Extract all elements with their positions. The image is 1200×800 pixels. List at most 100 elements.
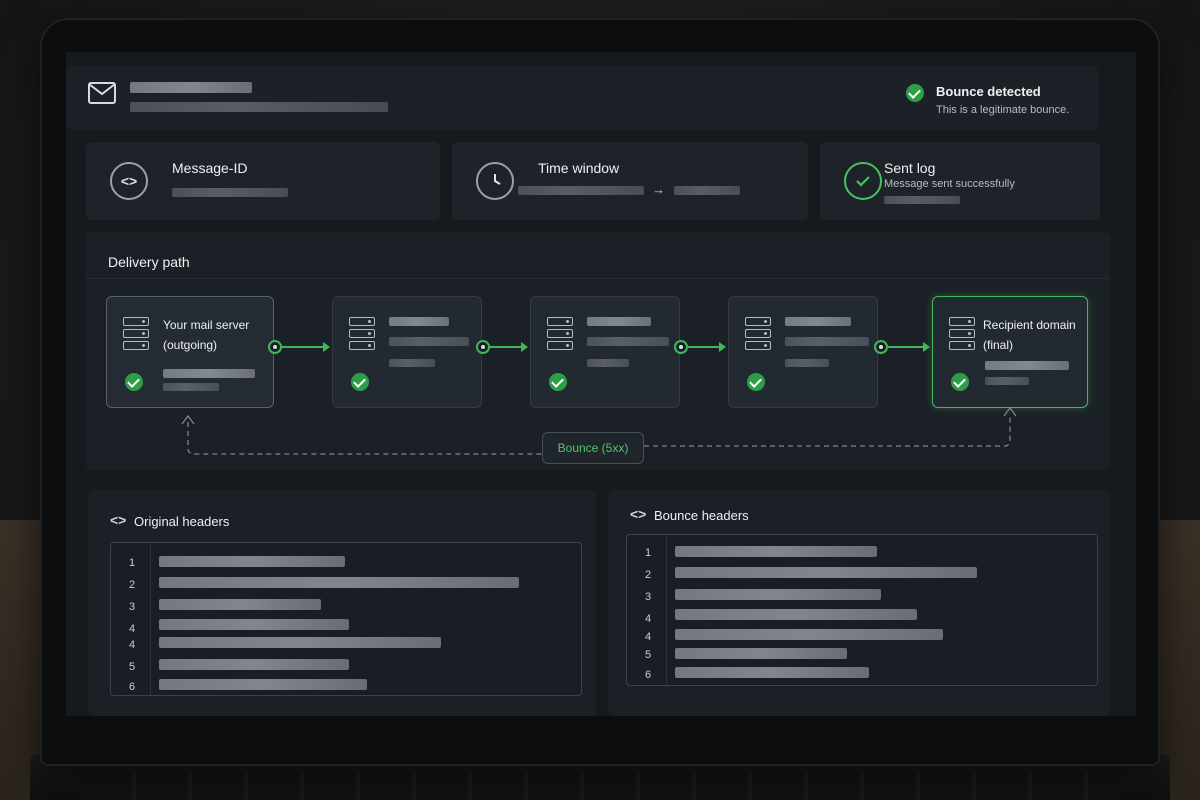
hop-host-redacted	[587, 337, 669, 346]
node-label-line1: Recipient domain	[983, 318, 1076, 332]
check-circle-icon	[906, 84, 924, 102]
line-number: 3	[645, 591, 652, 603]
section-title: Bounce headers	[654, 508, 749, 523]
header-line-redacted	[675, 609, 917, 620]
subject-redacted	[130, 82, 252, 93]
status-title: Bounce detected	[936, 84, 1041, 99]
server-icon	[123, 317, 149, 353]
line-number: 4	[645, 613, 652, 625]
original-headers-code[interactable]: 1 2 3 4 4 5 6	[110, 542, 582, 696]
line-number: 1	[645, 547, 652, 559]
sent-log-card[interactable]: Sent log Message sent successfully	[820, 142, 1100, 220]
hop-ip-redacted	[587, 359, 629, 367]
header-line-redacted	[159, 599, 321, 610]
time-end-redacted	[674, 186, 740, 195]
node-label: Your mail server (outgoing)	[163, 315, 249, 355]
ip-redacted	[163, 383, 219, 391]
recipient-host-redacted	[985, 361, 1069, 370]
check-circle-icon	[951, 373, 969, 391]
line-number: 4	[129, 639, 136, 651]
hop-name-redacted	[389, 317, 449, 326]
line-number: 2	[129, 579, 136, 591]
code-icon: <>	[630, 506, 647, 522]
card-title: Sent log	[884, 160, 936, 176]
time-start-redacted	[518, 186, 644, 195]
hop-name-redacted	[785, 317, 851, 326]
header-line-redacted	[159, 679, 367, 690]
sender-redacted	[130, 102, 388, 112]
card-title: Message-ID	[172, 160, 248, 176]
connector-port	[268, 340, 282, 354]
connector-arrow	[888, 342, 930, 352]
path-node-outgoing[interactable]: Your mail server (outgoing)	[106, 296, 274, 408]
header-line-redacted	[159, 637, 441, 648]
line-number: 2	[645, 569, 652, 581]
connector-port	[476, 340, 490, 354]
message-id-redacted	[172, 188, 288, 197]
clock-icon	[476, 162, 514, 200]
check-circle-icon	[844, 162, 882, 200]
path-node-hop-2[interactable]	[530, 296, 680, 408]
check-circle-icon	[747, 373, 765, 391]
bounce-status: Bounce detected This is a legitimate bou…	[906, 84, 1069, 116]
hop-name-redacted	[587, 317, 651, 326]
hop-ip-redacted	[785, 359, 829, 367]
code-icon: <>	[110, 162, 148, 200]
bounce-badge[interactable]: Bounce (5xx)	[542, 432, 644, 464]
line-number: 4	[129, 623, 136, 635]
header-line-redacted	[159, 619, 349, 630]
header-line-redacted	[675, 589, 881, 600]
path-node-hop-3[interactable]	[728, 296, 878, 408]
server-icon	[745, 317, 771, 353]
connector-arrow	[490, 342, 528, 352]
server-icon	[349, 317, 375, 353]
server-icon	[547, 317, 573, 353]
code-icon: <>	[110, 512, 127, 528]
header-line-redacted	[675, 667, 869, 678]
hop-ip-redacted	[389, 359, 435, 367]
header-bar: Bounce detected This is a legitimate bou…	[66, 66, 1098, 130]
screen: Bounce detected This is a legitimate bou…	[66, 52, 1136, 716]
line-number: 3	[129, 601, 136, 613]
hop-host-redacted	[389, 337, 469, 346]
bounce-headers-panel: <> Bounce headers 1 2 3 4 4 5 6	[608, 490, 1110, 716]
check-circle-icon	[549, 373, 567, 391]
line-number: 5	[645, 649, 652, 661]
line-number: 4	[645, 631, 652, 643]
keyboard	[80, 772, 1120, 800]
line-number: 6	[129, 681, 136, 693]
hop-host-redacted	[785, 337, 869, 346]
status-subtitle: This is a legitimate bounce.	[936, 104, 1070, 116]
recipient-ip-redacted	[985, 377, 1029, 385]
delivery-path-panel: Delivery path Your mail server (outgoing…	[86, 232, 1110, 470]
header-line-redacted	[675, 648, 847, 659]
node-label-line1: Your mail server	[163, 318, 250, 332]
connector-arrow	[282, 342, 330, 352]
node-label-line2: (final)	[983, 338, 1014, 352]
original-headers-panel: <> Original headers 1 2 3 4 4 5 6	[88, 490, 596, 716]
line-number: 6	[645, 669, 652, 681]
header-line-redacted	[675, 629, 943, 640]
mail-icon	[88, 82, 116, 104]
line-number: 1	[129, 557, 136, 569]
header-line-redacted	[159, 577, 519, 588]
node-label-line2: (outgoing)	[163, 338, 218, 352]
time-window-card[interactable]: Time window →	[452, 142, 808, 220]
log-detail-redacted	[884, 196, 960, 204]
card-title: Time window	[538, 160, 620, 176]
node-label: Recipient domain (final)	[983, 315, 1076, 355]
header-line-redacted	[159, 659, 349, 670]
connector-arrow	[688, 342, 726, 352]
host-redacted	[163, 369, 255, 378]
path-node-recipient[interactable]: Recipient domain (final)	[932, 296, 1088, 408]
server-icon	[949, 317, 975, 353]
card-subtitle: Message sent successfully	[884, 178, 1015, 190]
message-id-card[interactable]: <> Message-ID	[86, 142, 440, 220]
connector-port	[674, 340, 688, 354]
arrow-right-icon: →	[652, 182, 665, 197]
line-number: 5	[129, 661, 136, 673]
header-line-redacted	[675, 546, 877, 557]
header-line-redacted	[159, 556, 345, 567]
bounce-headers-code[interactable]: 1 2 3 4 4 5 6	[626, 534, 1098, 686]
path-node-hop-1[interactable]	[332, 296, 482, 408]
